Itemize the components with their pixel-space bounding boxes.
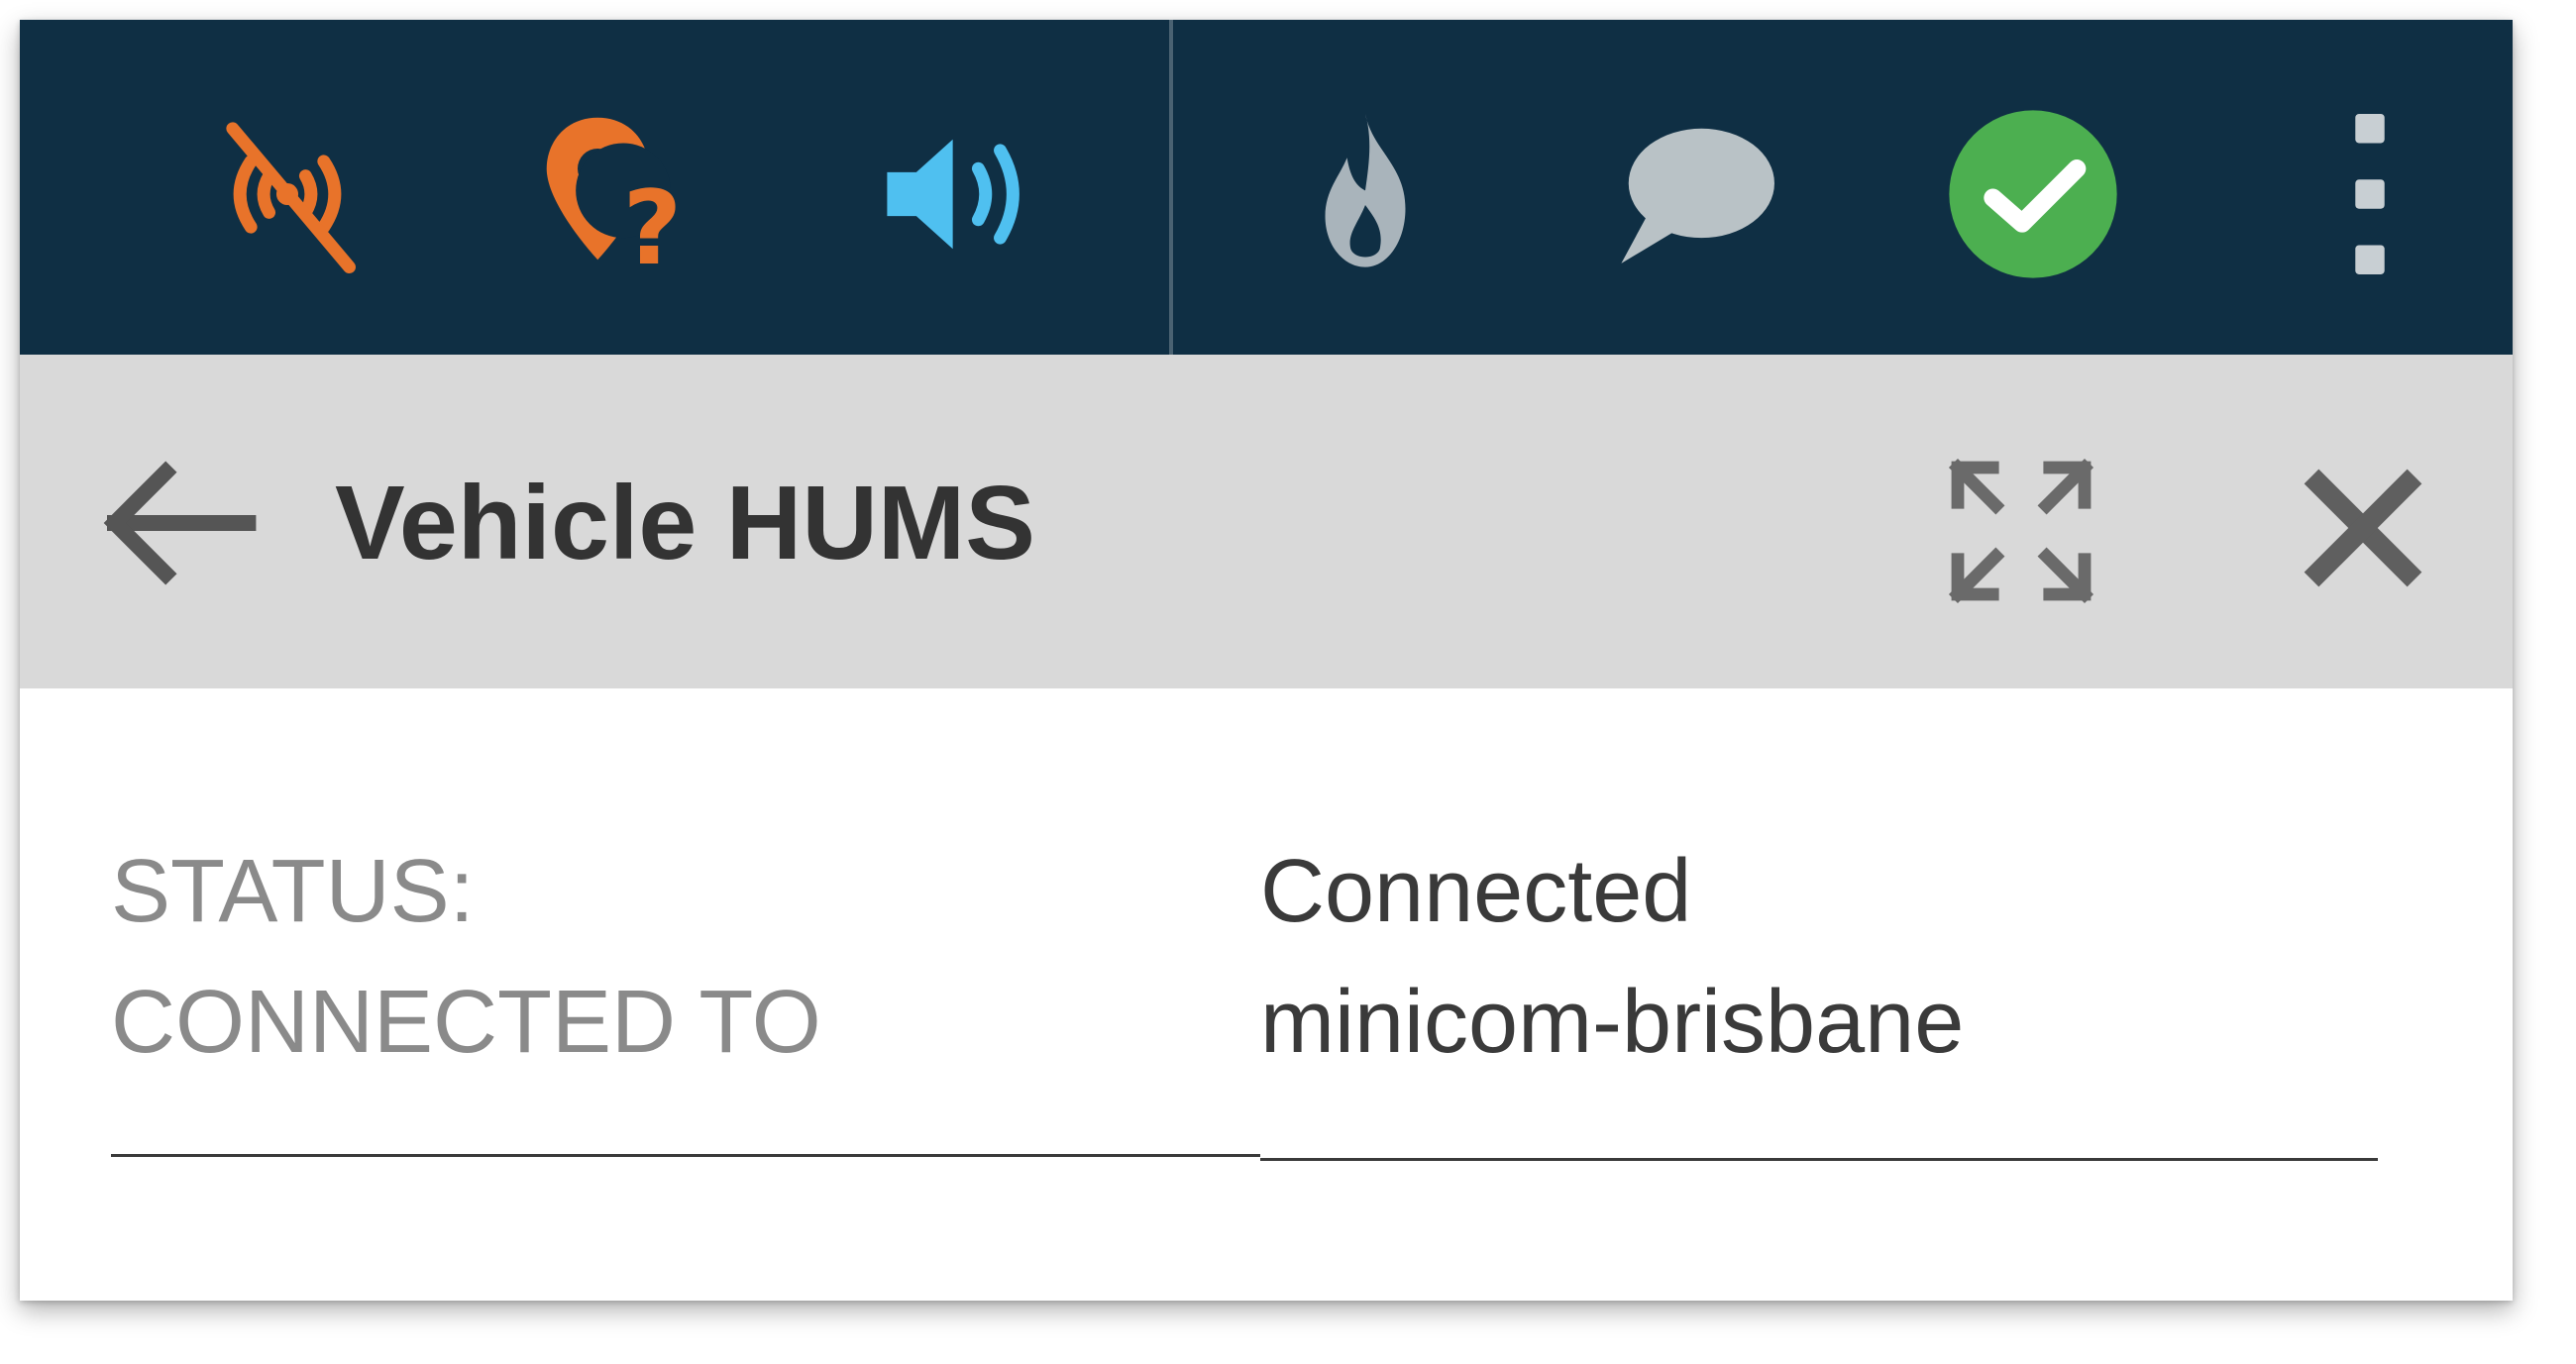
- details-section: STATUS: Connected CONNECTED TO minicom-b…: [20, 688, 2513, 1301]
- vehicle-hums-panel: ? Vehicle HUMS STATUS: Connected CONNECT…: [20, 20, 2513, 1301]
- connected-to-value: minicom-brisbane: [1260, 973, 1965, 1072]
- status-row: STATUS: Connected: [111, 837, 2390, 956]
- volume-button[interactable]: [869, 103, 1051, 285]
- expand-icon: [1948, 458, 2094, 604]
- panel-header: Vehicle HUMS: [20, 355, 2513, 688]
- fire-icon: [1325, 114, 1406, 267]
- check-circle-icon: [1949, 110, 2117, 278]
- more-vertical-icon: [2355, 114, 2385, 274]
- more-menu-button[interactable]: [2279, 103, 2461, 285]
- connected-to-label: CONNECTED TO: [111, 973, 821, 1072]
- status-value: Connected: [1260, 842, 1692, 941]
- top-toolbar: ?: [20, 20, 2513, 355]
- chat-icon: [1621, 128, 1774, 263]
- connected-to-row: CONNECTED TO minicom-brisbane: [111, 968, 2390, 1087]
- chat-button[interactable]: [1603, 103, 1785, 285]
- expand-button[interactable]: [1932, 442, 2110, 620]
- status-label: STATUS:: [111, 842, 475, 941]
- back-button[interactable]: [89, 454, 268, 592]
- volume-icon: [887, 139, 1020, 250]
- signal-off-button[interactable]: [196, 103, 378, 285]
- close-icon: [2304, 469, 2422, 587]
- unknown-location-button[interactable]: ?: [532, 103, 714, 285]
- label-divider: [111, 1154, 1260, 1157]
- toolbar-divider: [1169, 20, 1173, 355]
- signal-off-icon: [226, 122, 356, 274]
- unknown-location-icon: ?: [546, 117, 683, 285]
- page-title: Vehicle HUMS: [335, 465, 1035, 581]
- close-button[interactable]: [2289, 454, 2437, 602]
- value-divider: [1260, 1158, 2378, 1161]
- arrow-left-icon: [103, 461, 257, 585]
- fire-button[interactable]: [1274, 103, 1456, 285]
- svg-text:?: ?: [623, 169, 683, 285]
- status-ok-button[interactable]: [1942, 103, 2124, 285]
